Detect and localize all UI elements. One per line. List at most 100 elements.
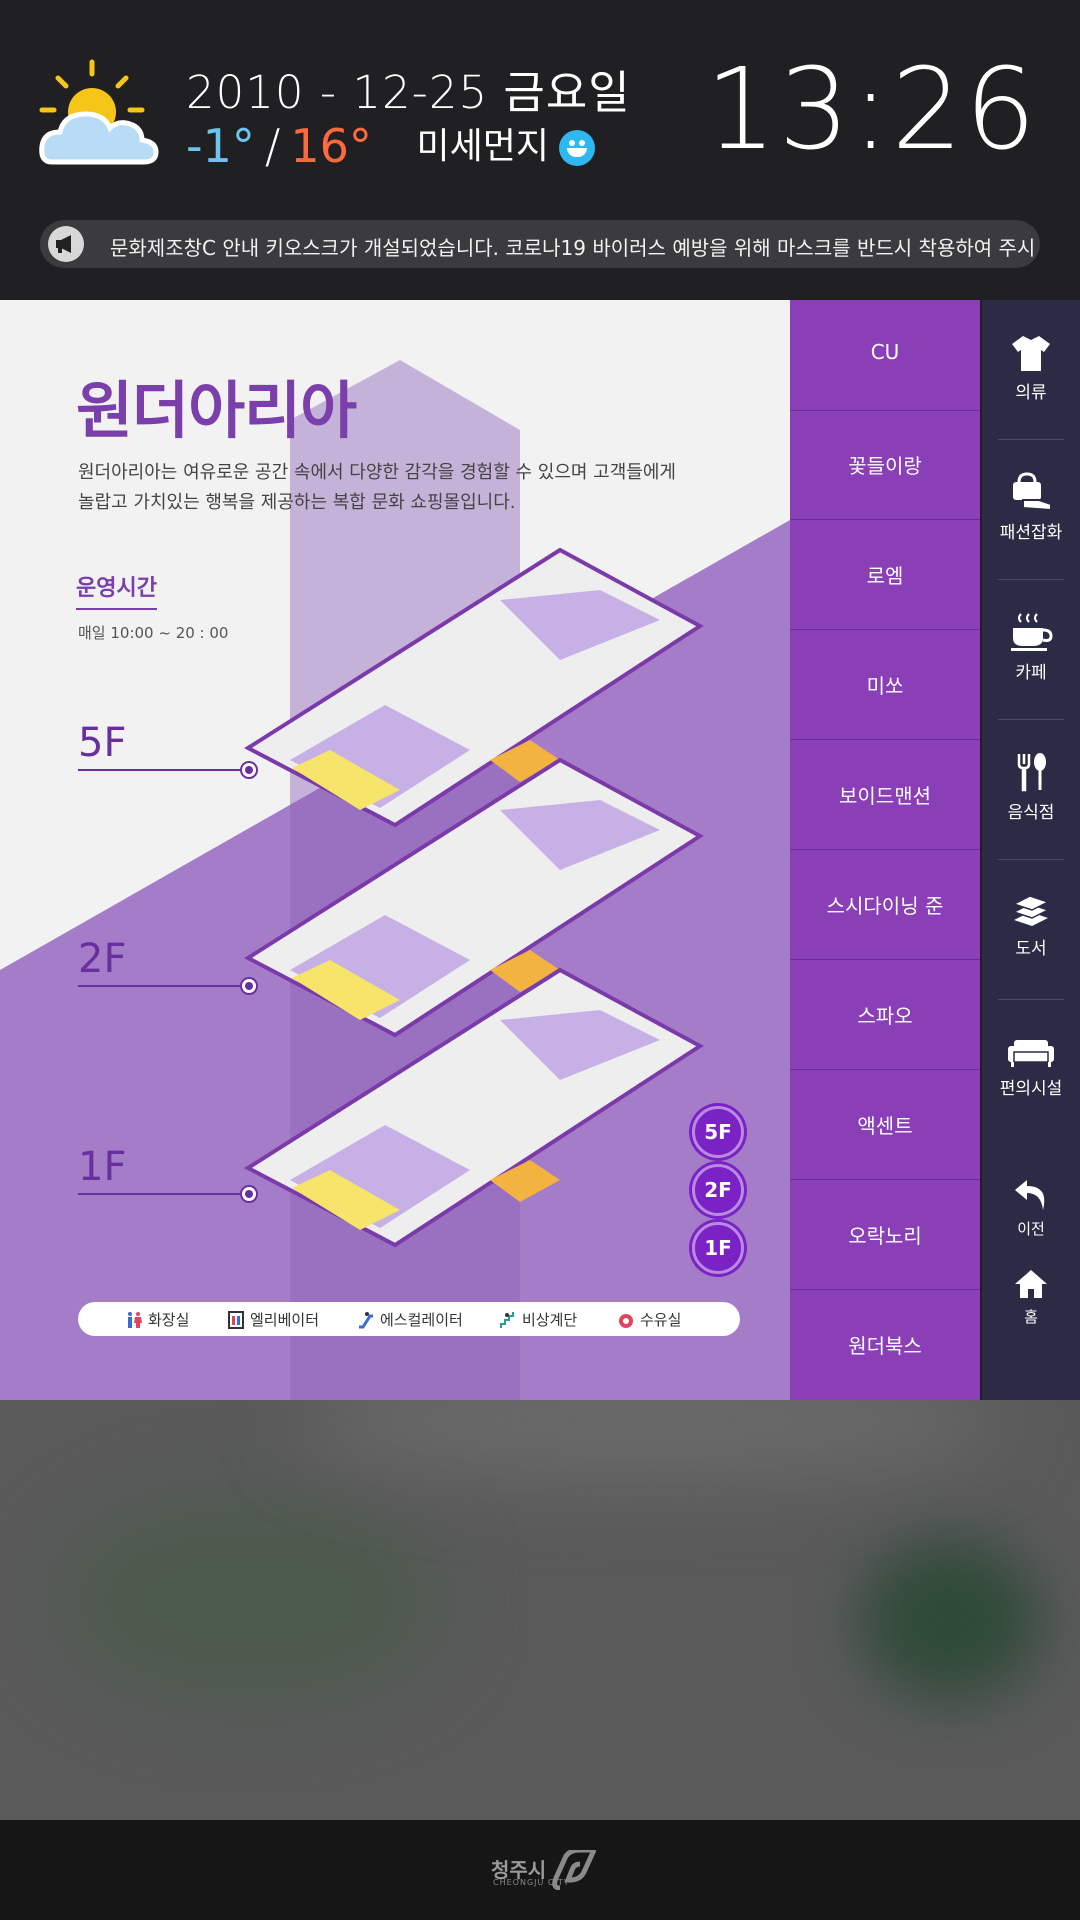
floor-line-5f [78,769,246,771]
back-label: 이전 [1017,1220,1045,1238]
hours-title: 운영시간 [76,570,157,610]
floor-button-1f[interactable]: 1F [692,1222,744,1274]
store-item-roem[interactable]: 로엠 [790,520,980,630]
category-sidebar: 의류 패션잡화 카페 음식점 도서 편의시설 이전 홈 [982,300,1080,1400]
category-label: 패션잡화 [999,523,1063,543]
category-books[interactable]: 도서 [982,892,1080,959]
sofa-icon [1008,1040,1054,1067]
main-content: 원더아리아 원더아리아는 여유로운 공간 속에서 다양한 감각을 경험할 수 있… [0,300,982,1400]
category-divider [998,439,1064,440]
category-restaurant[interactable]: 음식점 [982,752,1080,823]
temp-low: -1° [186,119,255,173]
floor-label-5f: 5F [78,720,127,766]
store-label: 원더북스 [848,1334,922,1358]
legend-restroom: 화장실 [126,1309,189,1330]
store-label: 로엠 [866,564,904,588]
blur-shape [60,1500,440,1700]
store-item-cu[interactable]: CU [790,300,980,411]
home-icon [1015,1270,1047,1298]
store-label: 오락노리 [848,1224,922,1248]
legend-escalator-label: 에스컬레이터 [380,1311,463,1329]
temp-high: 16° [290,119,372,173]
emergency-stairs-icon [500,1312,514,1328]
mall-description: 원더아리아는 여유로운 공간 속에서 다양한 감각을 경험할 수 있으며 고객들… [78,462,676,513]
store-item-flowers[interactable]: 꽃들이랑 [790,410,980,520]
legend-elevator-label: 엘리베이터 [250,1311,320,1329]
category-label: 의류 [1015,383,1047,403]
store-label: 꽃들이랑 [848,454,922,478]
category-label: 음식점 [1007,803,1055,823]
floor-line-2f [78,985,246,987]
store-item-mixxo[interactable]: 미쏘 [790,630,980,740]
notice-text: 문화제조창C 안내 키오스크가 개설되었습니다. 코로나19 바이러스 예방을 … [110,236,1036,260]
store-label: CU [870,340,900,364]
floor-label-2f: 2F [78,936,127,982]
temp-separator: / [264,119,281,173]
back-arrow-icon [1015,1180,1045,1210]
escalator-icon [359,1312,373,1329]
category-divider [998,999,1064,1000]
category-divider [998,719,1064,720]
restroom-icon [128,1312,142,1328]
home-button[interactable]: 홈 [982,1268,1080,1327]
legend-nursing-room-label: 수유실 [640,1311,682,1329]
category-fashion-goods[interactable]: 패션잡화 [982,472,1080,543]
floor-button-5f[interactable]: 5F [692,1106,744,1158]
floor-button-2f[interactable]: 2F [692,1164,744,1216]
store-item-wonder-books[interactable]: 원더북스 [790,1290,980,1400]
store-item-oraknori[interactable]: 오락노리 [790,1180,980,1290]
notice-ticker[interactable]: 문화제조창C 안내 키오스크가 개설되었습니다. 코로나19 바이러스 예방을 … [40,220,1040,268]
back-button[interactable]: 이전 [982,1178,1080,1239]
category-cafe[interactable]: 카페 [982,612,1080,683]
legend-emergency-stairs-label: 비상계단 [522,1311,578,1329]
floor-line-1f [78,1193,246,1195]
floor-map-panel: 원더아리아 원더아리아는 여유로운 공간 속에서 다양한 감각을 경험할 수 있… [0,300,790,1400]
nursing-room-icon [619,1314,633,1328]
category-label: 카페 [1015,663,1047,683]
store-label: 미쏘 [866,674,904,698]
hours-text: 매일 10:00 ~ 20 : 00 [78,624,229,642]
cutlery-icon [1017,753,1046,792]
good-air-smile-icon [559,130,596,166]
category-clothing[interactable]: 의류 [982,334,1080,403]
category-divider [998,859,1064,860]
store-item-accent[interactable]: 액센트 [790,1070,980,1180]
category-divider [998,579,1064,580]
legend-emergency-stairs: 비상계단 [500,1309,577,1330]
blur-shape [860,1540,1040,1700]
store-label: 스파오 [857,1004,913,1028]
store-item-spao[interactable]: 스파오 [790,960,980,1070]
store-item-void-mansion[interactable]: 보이드맨션 [790,740,980,850]
temperature: -1°/16° 미세먼지 [186,117,596,173]
legend-elevator: 엘리베이터 [228,1309,319,1330]
top-bar: 2010 - 12-25 금요일 -1°/16° 미세먼지 13:26 문화제조… [0,0,1080,300]
legend-restroom-label: 화장실 [148,1311,190,1329]
partly-cloudy-icon [39,59,159,165]
home-label: 홈 [1024,1308,1038,1326]
bag-shoe-icon [1013,472,1052,512]
store-list: CU 꽃들이랑 로엠 미쏘 보이드맨션 스시다이닝 준 스파오 액센트 오락노리… [790,300,980,1400]
coffee-icon [1011,613,1053,651]
megaphone-icon [48,226,84,262]
floor-marker-1f [240,1185,258,1203]
fine-dust-label: 미세먼지 [416,126,550,167]
elevator-icon [228,1311,244,1329]
date-text: 2010 - 12-25 금요일 [186,66,631,119]
store-item-sushi-dining[interactable]: 스시다이닝 준 [790,850,980,960]
map-legend: 화장실 엘리베이터 에스컬레이터 비상계단 수유실 [78,1302,740,1336]
floor-label-1f: 1F [78,1144,127,1190]
store-label: 스시다이닝 준 [826,894,944,918]
city-name-english: CHEONGJU CITY [493,1878,570,1887]
clock: 13:26 [705,45,1038,175]
blur-shape [300,1400,1000,1480]
category-label: 편의시설 [999,1079,1063,1099]
shirt-icon [1012,336,1050,371]
books-icon [1012,895,1050,926]
legend-escalator: 에스컬레이터 [358,1309,463,1330]
store-label: 보이드맨션 [839,784,931,808]
blurred-background [0,1400,1080,1820]
category-amenities[interactable]: 편의시설 [982,1038,1080,1099]
category-label: 도서 [1015,939,1047,959]
floor-marker-2f [240,977,258,995]
legend-nursing-room: 수유실 [618,1309,681,1330]
